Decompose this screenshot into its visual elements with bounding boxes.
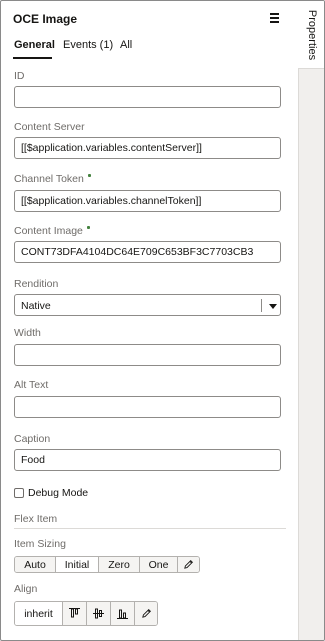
content-image-label-text: Content Image bbox=[14, 225, 83, 237]
flex-item-section-title: Flex Item bbox=[14, 513, 58, 525]
properties-panel: OCE Image General Events (1) All ID Cont… bbox=[1, 1, 298, 640]
align-button-group: inherit bbox=[14, 601, 158, 626]
debug-mode-checkbox[interactable] bbox=[14, 488, 24, 498]
align-inherit-button[interactable]: inherit bbox=[15, 602, 63, 625]
select-divider bbox=[261, 299, 262, 312]
id-label: ID bbox=[14, 70, 25, 82]
align-top-button[interactable] bbox=[63, 602, 87, 625]
properties-panel-frame: OCE Image General Events (1) All ID Cont… bbox=[0, 0, 325, 641]
align-edit-button[interactable] bbox=[135, 602, 157, 625]
rendition-selected-value: Native bbox=[21, 300, 51, 312]
chevron-down-icon[interactable] bbox=[269, 304, 277, 309]
channel-token-field[interactable] bbox=[14, 190, 281, 212]
align-label: Align bbox=[14, 583, 38, 595]
panel-title: OCE Image bbox=[13, 12, 78, 26]
section-divider bbox=[14, 528, 286, 529]
debug-mode-label[interactable]: Debug Mode bbox=[28, 487, 88, 499]
channel-token-label-text: Channel Token bbox=[14, 173, 84, 185]
width-label: Width bbox=[14, 327, 41, 339]
content-server-label: Content Server bbox=[14, 121, 85, 133]
content-image-field[interactable] bbox=[14, 241, 281, 263]
properties-rail-label: Properties bbox=[306, 9, 318, 61]
id-field[interactable] bbox=[14, 86, 281, 108]
pencil-icon bbox=[141, 609, 151, 618]
required-indicator bbox=[86, 226, 90, 229]
caption-label: Caption bbox=[14, 433, 51, 445]
required-indicator bbox=[87, 174, 91, 177]
active-tab-indicator bbox=[13, 57, 52, 59]
align-bottom-icon bbox=[117, 609, 128, 619]
tab-all[interactable]: All bbox=[120, 39, 132, 51]
align-top-icon bbox=[69, 608, 80, 618]
pencil-icon bbox=[184, 560, 193, 569]
item-sizing-one-button[interactable]: One bbox=[140, 557, 178, 572]
item-sizing-zero-button[interactable]: Zero bbox=[99, 557, 140, 572]
width-field[interactable] bbox=[14, 344, 281, 366]
rendition-select[interactable]: Native bbox=[14, 294, 281, 316]
alt-text-label: Alt Text bbox=[14, 379, 49, 391]
content-image-label: Content Image bbox=[14, 225, 90, 237]
align-bottom-button[interactable] bbox=[111, 602, 135, 625]
side-rail: Properties bbox=[298, 1, 324, 640]
item-sizing-edit-button[interactable] bbox=[178, 557, 199, 572]
align-center-button[interactable] bbox=[87, 602, 111, 625]
content-server-field[interactable] bbox=[14, 137, 281, 159]
properties-rail-tab[interactable]: Properties bbox=[298, 1, 324, 69]
channel-token-label: Channel Token bbox=[14, 173, 91, 185]
item-sizing-initial-button[interactable]: Initial bbox=[56, 557, 99, 572]
item-sizing-label: Item Sizing bbox=[14, 538, 66, 550]
tab-general[interactable]: General bbox=[14, 39, 55, 51]
caption-field[interactable] bbox=[14, 449, 281, 471]
item-sizing-auto-button[interactable]: Auto bbox=[15, 557, 56, 572]
rendition-label: Rendition bbox=[14, 278, 59, 290]
hamburger-menu-icon[interactable] bbox=[269, 11, 281, 25]
panel-tabs: General Events (1) All bbox=[1, 39, 298, 59]
alt-text-field[interactable] bbox=[14, 396, 281, 418]
item-sizing-button-group: Auto Initial Zero One bbox=[14, 556, 200, 573]
align-center-icon bbox=[93, 608, 104, 619]
tab-events[interactable]: Events (1) bbox=[63, 39, 113, 51]
